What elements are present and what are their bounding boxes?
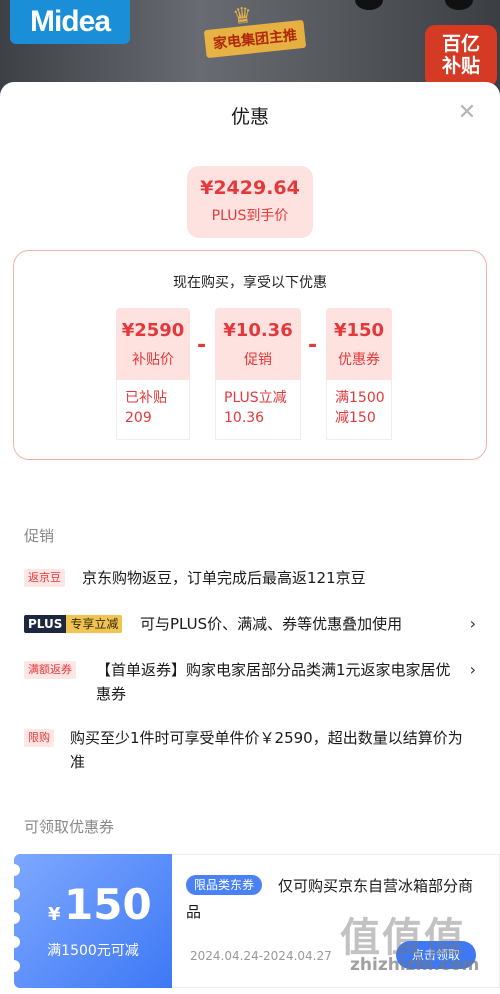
banner-dot	[355, 0, 383, 10]
promo-item-plus[interactable]: PLUS 专享立减 可与PLUS价、满减、券等优惠叠加使用 ›	[24, 612, 484, 636]
promo-text: 京东购物返豆，订单完成后最高返121京豆	[82, 569, 366, 587]
breakdown-heading: 现在购买，享受以下优惠	[173, 275, 327, 291]
plus-tag-brand: PLUS	[24, 615, 67, 633]
price-card-value: ¥150	[333, 320, 385, 341]
coupon-value-panel: ¥ 150 满1500元可减	[8, 854, 172, 988]
price-card-detail: 减150	[335, 410, 376, 426]
discount-breakdown: 现在购买，享受以下优惠 ¥2590 补贴价 已补贴 209 - ¥10.36 促…	[13, 250, 487, 460]
promo-text: 购买至少1件时可享受单件价￥2590，超出数量以结算价为准	[70, 729, 463, 771]
price-card-subsidy: ¥2590 补贴价 已补贴 209	[116, 308, 190, 440]
price-card-detail: PLUS立减	[224, 390, 287, 406]
coupon-currency: ¥	[48, 904, 61, 925]
promo-tag: 返京豆	[24, 569, 65, 587]
promotions-title: 促销	[24, 527, 55, 545]
minus-sign: -	[308, 333, 318, 358]
promo-text: 【首单返券】购家电家居部分品类满1元返家电家居优惠券	[96, 661, 451, 703]
price-card-caption: 补贴价	[132, 352, 174, 368]
price-card-value: ¥2590	[121, 320, 185, 341]
chevron-right-icon: ›	[469, 614, 476, 633]
coupon-type-tag: 限品类东券	[186, 875, 263, 895]
promo-text: 可与PLUS价、满减、券等优惠叠加使用	[140, 615, 403, 633]
ribbon-badge: 家电集团主推	[203, 19, 307, 59]
coupon-notch	[8, 936, 20, 948]
final-price-card: ¥2429.64 PLUS到手价	[187, 166, 313, 238]
plus-tag-label: 专享立减	[66, 615, 123, 633]
promo-item-jingdou: 返京豆 京东购物返豆，订单完成后最高返121京豆	[24, 566, 484, 590]
promo-item-coupon-return[interactable]: 满额返券 【首单返券】购家电家居部分品类满1元返家电家居优惠券 ›	[24, 658, 484, 706]
promo-tag: 满额返券	[24, 661, 76, 679]
chevron-right-icon: ›	[469, 660, 476, 679]
promo-tag: 限购	[24, 729, 54, 747]
coupons-title: 可领取优惠券	[24, 818, 115, 836]
promo-item-purchase-limit: 限购 购买至少1件时可享受单件价￥2590，超出数量以结算价为准	[24, 726, 484, 774]
price-card-detail: 已补贴	[125, 390, 167, 406]
discount-sheet: 优惠 ✕ ¥2429.64 PLUS到手价 现在购买，享受以下优惠 ¥2590 …	[0, 82, 500, 994]
subsidy-badge: 百亿 补贴	[425, 25, 497, 87]
coupon-notch	[8, 864, 20, 876]
price-card-value: ¥10.36	[223, 320, 293, 341]
price-card-detail: 满1500	[335, 390, 385, 406]
price-card-coupon: ¥150 优惠券 满1500 减150	[326, 308, 392, 440]
price-card-detail: 209	[125, 410, 152, 426]
subsidy-badge-line1: 百亿	[441, 33, 480, 55]
coupon-notch	[8, 912, 20, 924]
close-icon[interactable]: ✕	[456, 102, 478, 124]
minus-sign: -	[197, 333, 207, 358]
coupon-notch	[8, 960, 20, 972]
banner-dot	[445, 0, 473, 10]
price-card-caption: 优惠券	[338, 352, 380, 368]
sheet-title: 优惠	[230, 106, 269, 128]
coupon-date-range: 2024.04.24-2024.04.27	[190, 949, 332, 963]
price-card-caption: 促销	[244, 352, 272, 368]
watermark-url: zhizhizhi.com	[350, 955, 480, 975]
final-price-label: PLUS到手价	[211, 208, 289, 224]
price-card-detail: 10.36	[224, 410, 265, 426]
brand-logo: Midea	[10, 0, 130, 44]
price-card-promo: ¥10.36 促销 PLUS立减 10.36	[215, 308, 301, 440]
subsidy-badge-line2: 补贴	[441, 55, 480, 77]
coupon-amount: 150	[64, 880, 152, 929]
plus-tag: PLUS 专享立减	[24, 615, 123, 633]
coupon-condition: 满1500元可减	[47, 943, 139, 959]
final-price-amount: ¥2429.64	[200, 177, 300, 199]
coupon-notch	[8, 888, 20, 900]
